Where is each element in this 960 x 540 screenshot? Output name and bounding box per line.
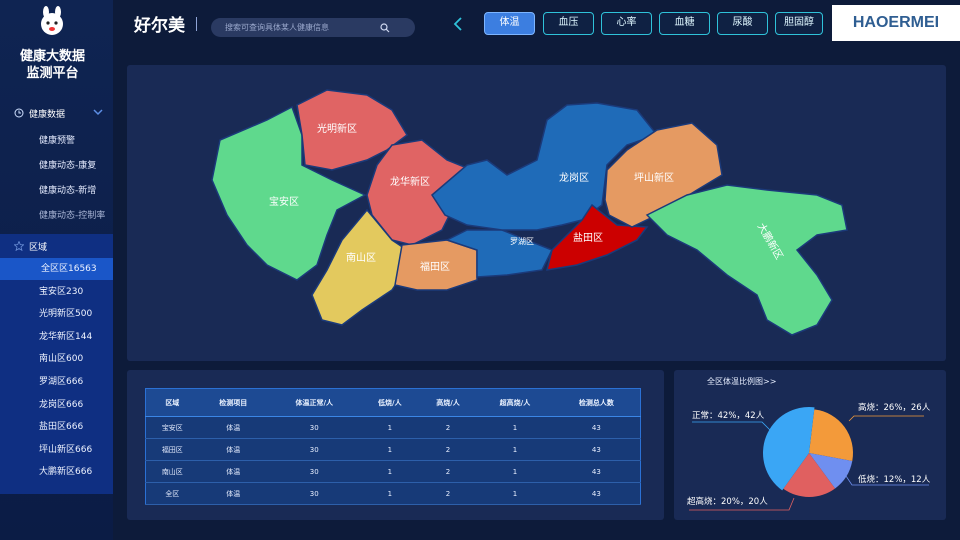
rabbit-logo-icon xyxy=(41,6,63,35)
search-bar xyxy=(211,18,415,37)
cell: 30 xyxy=(267,416,361,439)
cell: 1 xyxy=(360,482,419,505)
region-item-pingshan[interactable]: 坪山新区666 xyxy=(0,439,113,461)
tab-blood-pressure[interactable]: 血压 xyxy=(543,12,594,35)
health-recovery-link[interactable]: 健康动态-康复 xyxy=(39,158,96,171)
cell: 1 xyxy=(477,460,553,483)
cell: 1 xyxy=(360,460,419,483)
cell: 全区 xyxy=(145,482,199,505)
brand-divider xyxy=(196,17,197,31)
col-region: 区域 xyxy=(145,388,199,417)
cell: 1 xyxy=(360,416,419,439)
cell: 30 xyxy=(267,460,361,483)
region-item-guangming[interactable]: 光明新区500 xyxy=(0,303,113,325)
tab-temperature[interactable]: 体温 xyxy=(484,12,535,35)
cell: 43 xyxy=(552,460,641,483)
health-section-label: 健康数据 xyxy=(29,110,66,120)
cell: 43 xyxy=(552,482,641,505)
region-item-longgang[interactable]: 龙岗区666 xyxy=(0,394,113,416)
cell: 30 xyxy=(267,482,361,505)
col-item: 检测项目 xyxy=(198,388,268,417)
clock-icon xyxy=(14,108,24,118)
cell: 福田区 xyxy=(145,438,199,461)
table-row[interactable]: 宝安区 体温 30 1 2 1 43 xyxy=(145,416,641,439)
chevron-down-icon[interactable] xyxy=(93,108,103,116)
cell: 南山区 xyxy=(145,460,199,483)
cell: 体温 xyxy=(198,460,268,483)
cell: 2 xyxy=(418,438,478,461)
sidebar: 健康大数据 监测平台 健康数据 健康预警 健康动态-康复 健康动态-新增 健康动… xyxy=(0,0,113,540)
cell: 体温 xyxy=(198,482,268,505)
cell: 2 xyxy=(418,416,478,439)
tab-blood-sugar[interactable]: 血糖 xyxy=(659,12,710,35)
cell: 2 xyxy=(418,460,478,483)
cell: 1 xyxy=(477,438,553,461)
search-input[interactable] xyxy=(225,20,385,35)
label-longgang: 龙岗区 xyxy=(559,171,589,184)
shenzhen-district-map: 光明新区 宝安区 龙华新区 南山区 福田区 罗湖区 龙岗区 盐田区 坪山新区 大… xyxy=(211,89,848,336)
region-section[interactable]: 区域 xyxy=(0,234,113,258)
health-data-section[interactable]: 健康数据 xyxy=(0,101,113,125)
chevron-left-icon[interactable] xyxy=(453,17,463,31)
table-row[interactable]: 全区 体温 30 1 2 1 43 xyxy=(145,482,641,505)
table-header-row: 区域 检测项目 体温正常/人 低烧/人 高烧/人 超高烧/人 检测总人数 xyxy=(145,388,641,417)
temperature-table: 区域 检测项目 体温正常/人 低烧/人 高烧/人 超高烧/人 检测总人数 宝安区… xyxy=(145,388,641,505)
cell: 43 xyxy=(552,416,641,439)
col-super-fever: 超高烧/人 xyxy=(477,388,553,417)
cell: 1 xyxy=(477,416,553,439)
region-item-all[interactable]: 全区区16563 xyxy=(0,258,113,280)
pie-label-low-fever: 低烧：12%，12人 xyxy=(858,474,931,485)
region-item-dapeng[interactable]: 大鹏新区666 xyxy=(0,461,113,483)
col-normal: 体温正常/人 xyxy=(267,388,361,417)
star-icon xyxy=(14,241,24,251)
health-control-rate-link[interactable]: 健康动态-控制率 xyxy=(39,208,105,221)
region-section-label: 区域 xyxy=(29,243,48,253)
cell: 1 xyxy=(360,438,419,461)
cell: 1 xyxy=(477,482,553,505)
region-item-baoan[interactable]: 宝安区230 xyxy=(0,281,113,303)
label-futian: 福田区 xyxy=(420,260,450,273)
region-item-nanshan[interactable]: 南山区600 xyxy=(0,348,113,370)
label-pingshan: 坪山新区 xyxy=(634,171,674,184)
region-item-longhua[interactable]: 龙华新区144 xyxy=(0,326,113,348)
table-row[interactable]: 南山区 体温 30 1 2 1 43 xyxy=(145,460,641,483)
table-row[interactable]: 福田区 体温 30 1 2 1 43 xyxy=(145,438,641,461)
cell: 体温 xyxy=(198,438,268,461)
label-yantian: 盐田区 xyxy=(573,231,603,244)
label-nanshan: 南山区 xyxy=(346,251,376,264)
pie-label-high-fever: 高烧：26%，26人 xyxy=(858,402,931,413)
tab-uric-acid[interactable]: 尿酸 xyxy=(717,12,768,35)
temperature-pie-chart: 高烧：26%，26人 低烧：12%，12人 超高烧：20%，20人 正常：42%… xyxy=(687,402,931,511)
cell: 宝安区 xyxy=(145,416,199,439)
cell: 43 xyxy=(552,438,641,461)
tab-heart-rate[interactable]: 心率 xyxy=(601,12,652,35)
leader-high-fever xyxy=(848,415,924,422)
brand-badge: HAOERMEI xyxy=(832,5,960,41)
label-baoan: 宝安区 xyxy=(269,195,299,208)
health-new-link[interactable]: 健康动态-新增 xyxy=(39,183,96,196)
region-list: 区域 全区区16563 宝安区230 光明新区500 龙华新区144 南山区60… xyxy=(0,234,113,494)
pie-label-super-fever: 超高烧：20%，20人 xyxy=(687,496,768,507)
col-total: 检测总人数 xyxy=(552,388,641,417)
col-low-fever: 低烧/人 xyxy=(360,388,419,417)
label-longhua: 龙华新区 xyxy=(390,175,430,188)
district-dapeng[interactable] xyxy=(645,184,848,336)
tab-cholesterol[interactable]: 胆固醇 xyxy=(775,12,823,35)
health-warning-link[interactable]: 健康预警 xyxy=(39,133,75,146)
brand-name: 好尔美 xyxy=(134,16,185,36)
cell: 体温 xyxy=(198,416,268,439)
pie-label-normal: 正常：42%，42人 xyxy=(692,410,765,421)
cell: 30 xyxy=(267,438,361,461)
col-high-fever: 高烧/人 xyxy=(418,388,478,417)
cell: 2 xyxy=(418,482,478,505)
leader-normal xyxy=(692,421,773,433)
label-luohu: 罗湖区 xyxy=(510,237,534,246)
label-guangming: 光明新区 xyxy=(317,122,357,135)
search-icon[interactable] xyxy=(380,23,390,33)
region-item-yantian[interactable]: 盐田区666 xyxy=(0,416,113,438)
region-item-luohu[interactable]: 罗湖区666 xyxy=(0,371,113,393)
app-title: 健康大数据 监测平台 xyxy=(19,49,85,81)
pie-slice-high-fever[interactable] xyxy=(809,409,853,461)
